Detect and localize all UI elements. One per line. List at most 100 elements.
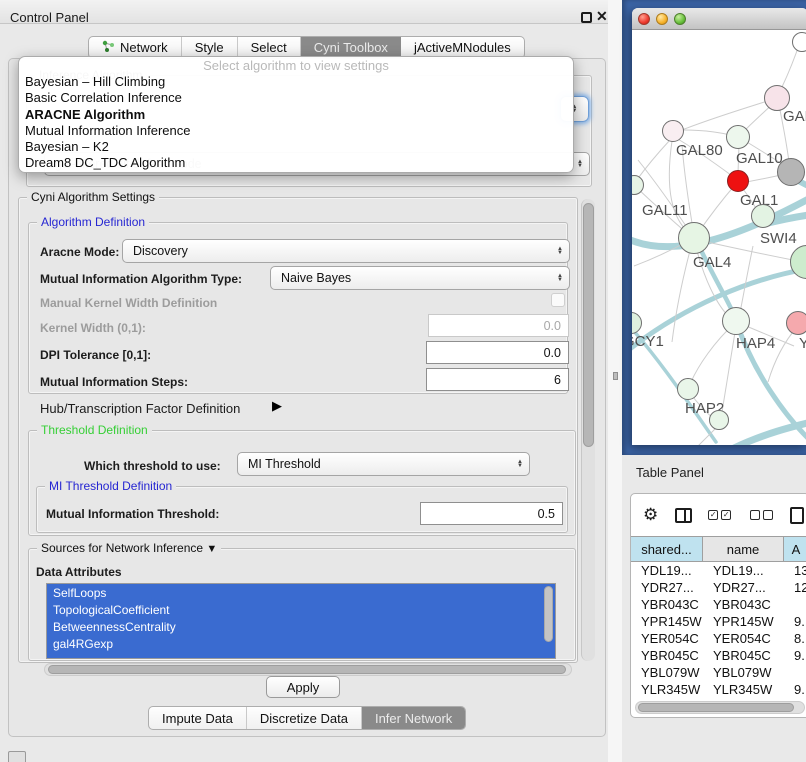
node-label: GAL10 — [736, 150, 783, 167]
bottom-corner-icon[interactable] — [8, 751, 26, 762]
network-node[interactable] — [792, 32, 806, 52]
split-pane-handle[interactable] — [613, 372, 618, 380]
algorithm-option[interactable]: Bayesian – Hill Climbing — [19, 74, 573, 90]
tab-jactivemnodules[interactable]: jActiveMNodules — [401, 37, 524, 58]
unchecked-box-icon — [763, 510, 773, 520]
table-row[interactable]: YLR345WYLR345W9. — [631, 681, 806, 698]
network-node[interactable] — [786, 311, 806, 335]
node-label: GAL80 — [676, 142, 723, 159]
table-row[interactable]: YBR045CYBR045C9. — [631, 647, 806, 664]
mi-type-label: Mutual Information Algorithm Type: — [40, 272, 242, 286]
network-node[interactable] — [677, 378, 699, 400]
column-layout-icon[interactable] — [675, 508, 692, 523]
tab-infer-network[interactable]: Infer Network — [362, 707, 465, 729]
network-node[interactable] — [662, 120, 684, 142]
collapsed-arrow-icon[interactable]: ▶ — [272, 398, 282, 414]
select-all-icon[interactable]: ✓✓ — [708, 510, 734, 520]
column-header-partial[interactable]: A — [784, 537, 806, 561]
column-header-shared-name[interactable]: shared... — [631, 537, 703, 561]
control-panel-titlebar — [0, 0, 608, 24]
deselect-all-icon[interactable] — [750, 510, 776, 520]
dropdown-placeholder: Select algorithm to view settings — [19, 58, 573, 74]
network-node[interactable] — [726, 125, 750, 149]
bottom-tabbar: Impute Data Discretize Data Infer Networ… — [148, 706, 466, 730]
mi-threshold-field[interactable]: 0.5 — [420, 502, 563, 525]
table-toolbar: ⚙ ✓✓ — [631, 494, 806, 536]
minimize-traffic-icon[interactable] — [656, 13, 668, 25]
network-node[interactable] — [678, 222, 710, 254]
attribute-item[interactable]: BetweennessCentrality — [47, 618, 555, 635]
settings-vertical-scrollbar[interactable] — [581, 199, 595, 661]
float-panel-icon[interactable] — [581, 12, 592, 23]
network-node[interactable] — [751, 204, 775, 228]
table-row[interactable]: YER054CYER054C8. — [631, 630, 806, 647]
node-label: SWI4 — [760, 230, 797, 247]
network-canvas[interactable]: GAL GAL80 GAL10 GAL1 GAL11 SWI4 GAL4 GCY… — [632, 30, 806, 445]
mi-type-combo[interactable]: Naive Bayes ▲▼ — [270, 266, 570, 290]
network-node[interactable] — [709, 410, 729, 430]
tab-impute-data[interactable]: Impute Data — [149, 707, 247, 729]
algorithm-option[interactable]: Dream8 DC_TDC Algorithm — [19, 155, 573, 171]
settings-group-title: Cyni Algorithm Settings — [27, 190, 159, 204]
expanded-arrow-icon[interactable]: ▼ — [206, 543, 217, 555]
table-row[interactable]: YBR043CYBR043C — [631, 596, 806, 613]
node-label: GAL — [783, 108, 806, 125]
table-horizontal-scrollbar[interactable] — [635, 701, 805, 714]
data-attributes-list: SelfLoops TopologicalCoefficient Between… — [46, 583, 556, 659]
split-pane-divider[interactable] — [608, 0, 622, 762]
algorithm-option-selected[interactable]: ARACNE Algorithm — [19, 107, 573, 123]
algorithm-option[interactable]: Mutual Information Inference — [19, 123, 573, 139]
tab-discretize-data[interactable]: Discretize Data — [247, 707, 362, 729]
tab-network[interactable]: Network — [89, 37, 182, 58]
kernel-width-field[interactable]: 0.0 — [428, 314, 569, 337]
algorithm-dropdown-popup: Select algorithm to view settings Bayesi… — [18, 56, 574, 173]
column-header-name[interactable]: name — [703, 537, 784, 561]
table-row[interactable]: YPR145WYPR145W9. — [631, 613, 806, 630]
document-icon[interactable] — [790, 507, 804, 524]
dpi-tolerance-label: DPI Tolerance [0,1]: — [40, 348, 151, 362]
node-label: GAL11 — [642, 202, 688, 219]
algorithm-option[interactable]: Basic Correlation Inference — [19, 90, 573, 106]
attribute-item[interactable]: TopologicalCoefficient — [47, 601, 555, 618]
attribute-item[interactable]: gal4RGexp — [47, 635, 555, 652]
attribute-item[interactable]: SelfLoops — [47, 584, 555, 601]
close-traffic-icon[interactable] — [638, 13, 650, 25]
settings-horizontal-scrollbar-thumb[interactable] — [48, 665, 566, 674]
unchecked-box-icon — [750, 510, 760, 520]
tab-style[interactable]: Style — [182, 37, 238, 58]
mi-threshold-group-title: MI Threshold Definition — [45, 479, 176, 493]
which-threshold-combo[interactable]: MI Threshold ▲▼ — [237, 452, 530, 476]
network-node[interactable] — [722, 307, 750, 335]
table-horizontal-scrollbar-thumb[interactable] — [638, 703, 794, 712]
table-row[interactable]: YDL19...YDL19...13 — [631, 562, 806, 579]
apply-button[interactable]: Apply — [266, 676, 340, 698]
settings-horizontal-scrollbar[interactable] — [44, 663, 572, 676]
manual-kernel-label: Manual Kernel Width Definition — [40, 296, 217, 310]
control-panel-title: Control Panel — [10, 10, 89, 25]
mi-threshold-label: Mutual Information Threshold: — [46, 507, 219, 521]
which-threshold-label: Which threshold to use: — [84, 459, 221, 473]
hub-definition-toggle[interactable]: Hub/Transcription Factor Definition — [40, 401, 240, 416]
zoom-traffic-icon[interactable] — [674, 13, 686, 25]
table-row[interactable]: YBL079WYBL079W — [631, 664, 806, 681]
network-window[interactable]: GAL GAL80 GAL10 GAL1 GAL11 SWI4 GAL4 GCY… — [632, 8, 806, 445]
mi-steps-field[interactable]: 6 — [426, 368, 569, 391]
table-header: shared... name A — [631, 536, 806, 562]
combo-arrows-icon: ▲▼ — [557, 247, 563, 256]
combo-arrows-icon: ▲▼ — [577, 160, 583, 169]
aracne-mode-combo[interactable]: Discovery ▲▼ — [122, 239, 570, 263]
network-window-titlebar[interactable] — [632, 8, 806, 30]
list-scrollbar-thumb[interactable] — [544, 586, 553, 642]
settings-vertical-scrollbar-thumb[interactable] — [583, 203, 594, 447]
table-row[interactable]: YDR27...YDR27...12 — [631, 579, 806, 596]
network-node[interactable] — [777, 158, 805, 186]
close-panel-icon[interactable]: ✕ — [596, 8, 608, 25]
gear-icon[interactable]: ⚙ — [643, 505, 658, 525]
sources-title-text[interactable]: Sources for Network Inference — [41, 541, 203, 555]
tab-select[interactable]: Select — [238, 37, 301, 58]
dpi-tolerance-field[interactable]: 0.0 — [426, 341, 569, 364]
network-node[interactable] — [727, 170, 749, 192]
tab-cyni-toolbox[interactable]: Cyni Toolbox — [301, 37, 401, 58]
algorithm-option[interactable]: Bayesian – K2 — [19, 139, 573, 155]
manual-kernel-checkbox[interactable] — [551, 293, 565, 307]
